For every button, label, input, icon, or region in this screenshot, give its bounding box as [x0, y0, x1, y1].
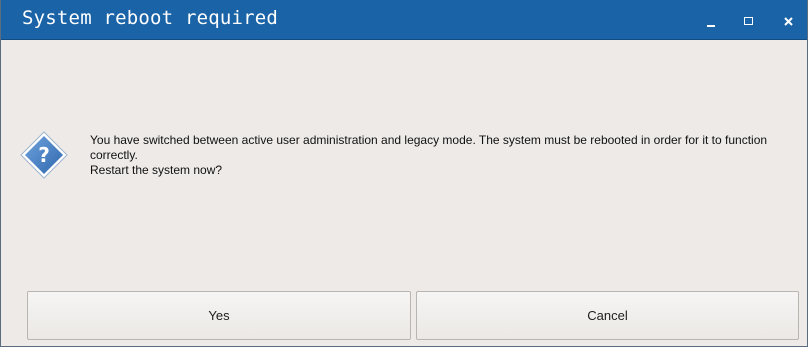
- question-icon: ?: [19, 130, 69, 180]
- message-line: Restart the system now?: [90, 163, 223, 177]
- minimize-icon[interactable]: [704, 13, 720, 29]
- reboot-dialog-window: System reboot required ? You have switch…: [0, 0, 808, 347]
- window-title: System reboot required: [22, 7, 279, 29]
- dialog-message: You have switched between active user ad…: [90, 133, 802, 178]
- maximize-icon[interactable]: [742, 13, 758, 29]
- close-icon[interactable]: [781, 13, 797, 29]
- title-bar[interactable]: System reboot required: [1, 0, 807, 40]
- cancel-button[interactable]: Cancel: [416, 291, 799, 340]
- message-line: You have switched between active user ad…: [90, 133, 768, 162]
- svg-text:?: ?: [38, 143, 50, 167]
- yes-button[interactable]: Yes: [27, 291, 411, 340]
